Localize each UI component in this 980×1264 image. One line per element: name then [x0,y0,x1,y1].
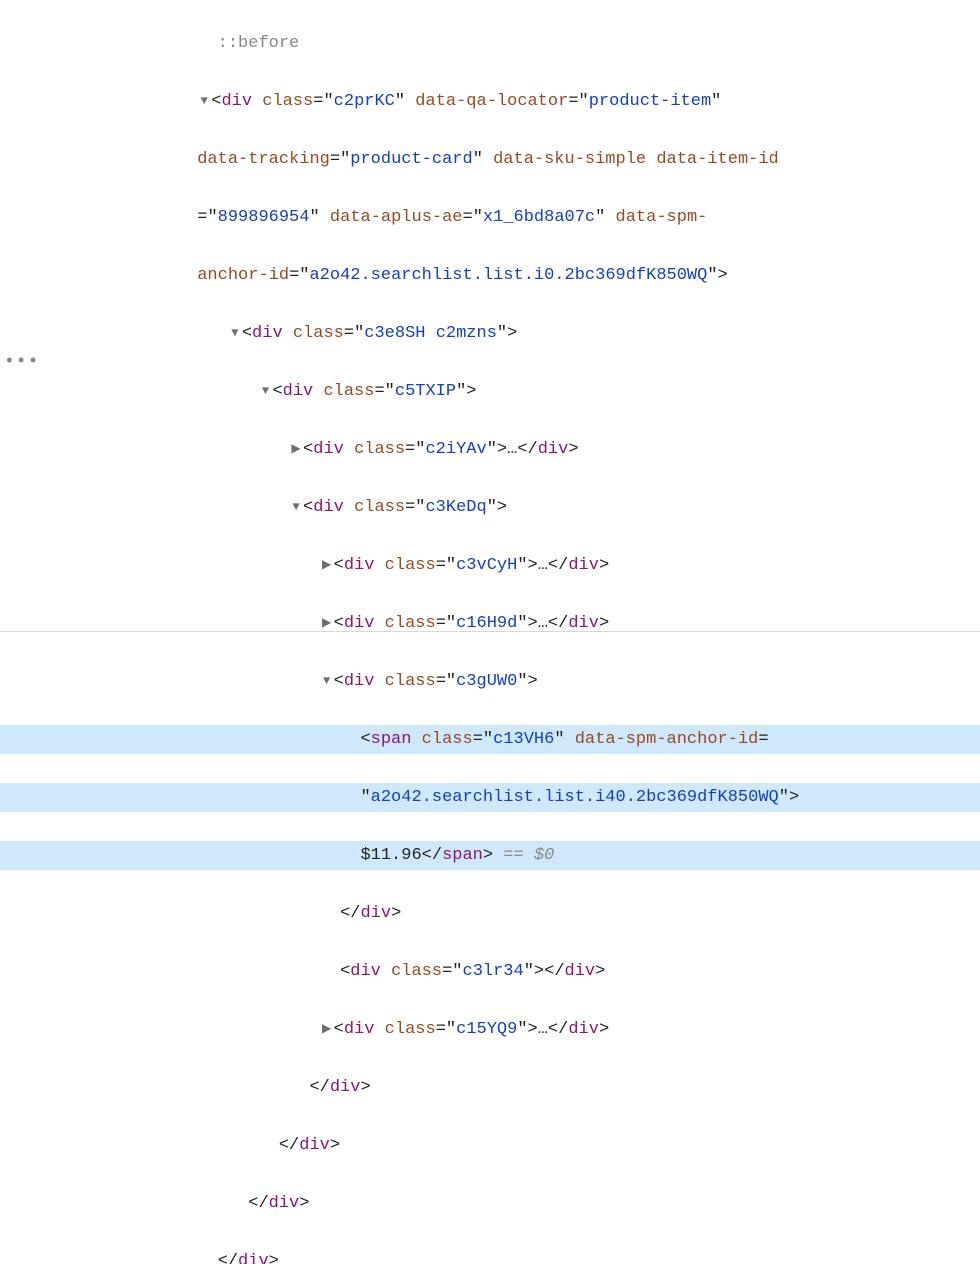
close-c5TXIP[interactable]: </div> [0,1131,980,1160]
node-c16H9d[interactable]: <div class="c16H9d">…</div> [0,609,980,638]
close-c3e8SH[interactable]: </div> [0,1189,980,1218]
expand-toggle-icon[interactable] [320,667,334,696]
expand-toggle-icon[interactable] [320,609,334,638]
node-c2iYAv[interactable]: <div class="c2iYAv">…</div> [0,435,980,464]
node-c5TXIP[interactable]: <div class="c5TXIP"> [0,377,980,406]
expand-toggle-icon[interactable] [258,377,272,406]
node-c3e8SH[interactable]: <div class="c3e8SH c2mzns"> [0,319,980,348]
expand-toggle-icon[interactable] [289,435,303,464]
dom-tree[interactable]: ::before <div class="c2prKC" data-qa-loc… [0,0,980,1264]
expand-toggle-icon[interactable] [320,1015,334,1044]
close-c3gUW0[interactable]: </div> [0,899,980,928]
expand-toggle-icon[interactable] [320,551,334,580]
node-c3vCyH[interactable]: <div class="c3vCyH">…</div> [0,551,980,580]
expand-toggle-icon[interactable] [289,493,303,522]
expand-toggle-icon[interactable] [197,87,211,116]
close-c3KeDq[interactable]: </div> [0,1073,980,1102]
node-c3KeDq[interactable]: <div class="c3KeDq"> [0,493,980,522]
close-product-item[interactable]: </div> [0,1247,980,1264]
node-product-item[interactable]: <div class="c2prKC" data-qa-locator="pro… [0,87,980,116]
pseudo-before: ::before [218,34,300,53]
selected-node-span[interactable]: <span class="c13VH6" data-spm-anchor-id= [0,725,980,754]
console-ref: == $0 [493,846,554,865]
node-c15YQ9[interactable]: <div class="c15YQ9">…</div> [0,1015,980,1044]
price-text: $11.96 [360,846,421,865]
expand-toggle-icon[interactable] [228,319,242,348]
node-c3gUW0[interactable]: <div class="c3gUW0"> [0,667,980,696]
node-c3lr34[interactable]: <div class="c3lr34"></div> [0,957,980,986]
